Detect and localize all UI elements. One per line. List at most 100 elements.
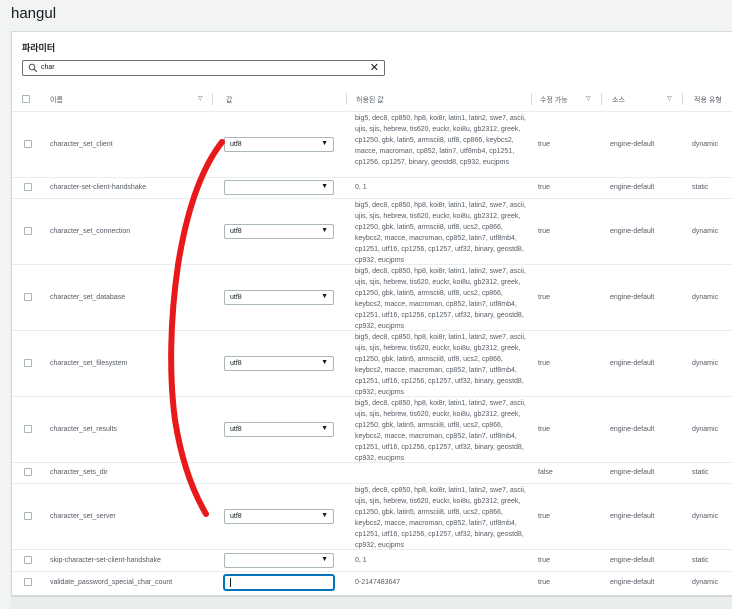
allowed-values: 0-2147483647 xyxy=(355,579,401,586)
dropdown-caret-icon: ▼ xyxy=(321,140,328,147)
apply-type-value: static xyxy=(692,469,709,476)
column-header-apply-type[interactable]: 적용 유형 xyxy=(694,95,722,105)
column-header-value[interactable]: 값 xyxy=(226,95,232,105)
table-row: validate_password_special_char_count 0-2… xyxy=(12,571,732,593)
allowed-values: 0, 1 xyxy=(355,557,367,564)
dropdown-caret-icon: ▼ xyxy=(321,227,328,234)
row-checkbox[interactable] xyxy=(24,425,32,433)
dropdown-caret-icon: ▼ xyxy=(321,183,328,190)
value-select-text: utf8 xyxy=(230,426,242,433)
allowed-values: big5, dec8, cp850, hp8, koi8r, latin1, l… xyxy=(355,115,526,166)
parameters-panel: 파라미터 char ✕ 이름 ▽ 값 허용된 값 수정 가능 ▽ 소스 ▽ 적용… xyxy=(11,31,732,596)
modifiable-value: false xyxy=(538,469,553,476)
table-header: 이름 ▽ 값 허용된 값 수정 가능 ▽ 소스 ▽ 적용 유형 xyxy=(12,87,732,112)
value-select[interactable]: utf8 ▼ xyxy=(224,224,334,239)
value-select[interactable]: ▼ xyxy=(224,180,334,195)
row-checkbox[interactable] xyxy=(24,293,32,301)
row-checkbox[interactable] xyxy=(24,227,32,235)
modifiable-value: true xyxy=(538,228,551,235)
search-input[interactable]: char xyxy=(41,64,55,71)
column-header-source[interactable]: 소스 xyxy=(612,95,625,105)
source-value: engine-default xyxy=(610,513,655,520)
clear-search-icon[interactable]: ✕ xyxy=(370,62,379,74)
parameter-name: character-set-client-handshake xyxy=(50,184,147,191)
apply-type-value: static xyxy=(692,557,709,564)
select-all-checkbox[interactable] xyxy=(22,95,30,103)
table-row: character-set-client-handshake ▼ 0, 1 tr… xyxy=(12,177,732,199)
parameter-name: character_sets_dir xyxy=(50,469,108,476)
parameter-name: character_set_client xyxy=(50,141,113,148)
modifiable-value: true xyxy=(538,557,551,564)
apply-type-value: dynamic xyxy=(692,426,719,433)
sort-icon[interactable]: ▽ xyxy=(198,95,203,102)
value-select[interactable]: ▼ xyxy=(224,553,334,568)
search-field[interactable]: char ✕ xyxy=(22,60,385,76)
parameter-name: character_set_server xyxy=(50,513,116,520)
page-title: hangul xyxy=(11,5,57,22)
source-value: engine-default xyxy=(610,184,655,191)
value-select[interactable]: utf8 ▼ xyxy=(224,356,334,371)
value-select[interactable]: utf8 ▼ xyxy=(224,137,334,152)
parameter-name: validate_password_special_char_count xyxy=(50,579,173,586)
value-select-text: utf8 xyxy=(230,294,242,301)
apply-type-value: dynamic xyxy=(692,513,719,520)
value-select[interactable]: utf8 ▼ xyxy=(224,509,334,524)
table-row: character_set_database utf8 ▼ big5, dec8,… xyxy=(12,264,732,331)
text-cursor xyxy=(230,578,231,587)
source-value: engine-default xyxy=(610,141,655,148)
source-value: engine-default xyxy=(610,469,655,476)
row-checkbox[interactable] xyxy=(24,140,32,148)
panel-title: 파라미터 xyxy=(22,43,56,53)
row-checkbox[interactable] xyxy=(24,556,32,564)
apply-type-value: dynamic xyxy=(692,228,719,235)
table-row: character_set_client utf8 ▼ big5, dec8, c… xyxy=(12,111,732,178)
modifiable-value: true xyxy=(538,579,551,586)
table-row: character_sets_dir false engine-default … xyxy=(12,462,732,484)
value-select-text: utf8 xyxy=(230,360,242,367)
modifiable-value: true xyxy=(538,513,551,520)
allowed-values: big5, dec8, cp850, hp8, koi8r, latin1, l… xyxy=(355,400,526,462)
dropdown-caret-icon: ▼ xyxy=(321,359,328,366)
table-row: character_set_connection utf8 ▼ big5, dec… xyxy=(12,198,732,265)
value-select[interactable]: utf8 ▼ xyxy=(224,422,334,437)
allowed-values: big5, dec8, cp850, hp8, koi8r, latin1, l… xyxy=(355,268,526,330)
apply-type-value: dynamic xyxy=(692,141,719,148)
dropdown-caret-icon: ▼ xyxy=(321,556,328,563)
dropdown-caret-icon: ▼ xyxy=(321,512,328,519)
source-value: engine-default xyxy=(610,228,655,235)
source-value: engine-default xyxy=(610,426,655,433)
allowed-values: 0, 1 xyxy=(355,184,367,191)
column-header-modifiable[interactable]: 수정 가능 xyxy=(540,95,568,105)
value-select-text: utf8 xyxy=(230,141,242,148)
parameter-name: character_set_filesystem xyxy=(50,360,128,367)
column-header-name[interactable]: 이름 xyxy=(50,95,63,105)
row-checkbox[interactable] xyxy=(24,512,32,520)
apply-type-value: dynamic xyxy=(692,360,719,367)
allowed-values: big5, dec8, cp850, hp8, koi8r, latin1, l… xyxy=(355,334,526,396)
row-checkbox[interactable] xyxy=(24,468,32,476)
parameter-name: character_set_results xyxy=(50,426,117,433)
modifiable-value: true xyxy=(538,360,551,367)
table-row: character_set_server utf8 ▼ big5, dec8, c… xyxy=(12,483,732,550)
sort-icon[interactable]: ▽ xyxy=(586,95,591,102)
sort-icon[interactable]: ▽ xyxy=(667,95,672,102)
modifiable-value: true xyxy=(538,184,551,191)
source-value: engine-default xyxy=(610,360,655,367)
value-select[interactable]: utf8 ▼ xyxy=(224,290,334,305)
source-value: engine-default xyxy=(610,579,655,586)
source-value: engine-default xyxy=(610,557,655,564)
search-icon xyxy=(28,63,38,73)
modifiable-value: true xyxy=(538,141,551,148)
source-value: engine-default xyxy=(610,294,655,301)
table-row: character_set_filesystem utf8 ▼ big5, dec… xyxy=(12,330,732,397)
footer-band xyxy=(11,598,732,609)
parameter-name: character_set_database xyxy=(50,294,126,301)
apply-type-value: static xyxy=(692,184,709,191)
column-header-allowed[interactable]: 허용된 값 xyxy=(356,95,384,105)
modifiable-value: true xyxy=(538,426,551,433)
value-input[interactable] xyxy=(224,575,334,590)
row-checkbox[interactable] xyxy=(24,183,32,191)
row-checkbox[interactable] xyxy=(24,578,32,586)
parameter-name: skip-character-set-client-handshake xyxy=(50,557,161,564)
row-checkbox[interactable] xyxy=(24,359,32,367)
